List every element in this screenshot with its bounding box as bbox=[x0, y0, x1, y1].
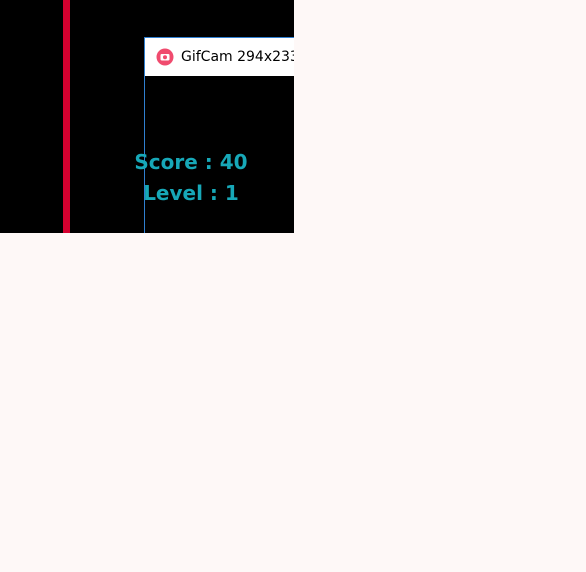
game-canvas[interactable]: GifCam 294x233 Score : 40 Level : 1 bbox=[0, 0, 294, 233]
gifcam-camera-icon bbox=[156, 48, 174, 66]
page: GifCam 294x233 Score : 40 Level : 1 bbox=[0, 0, 586, 572]
red-wall-bar bbox=[63, 0, 70, 233]
score-label: Score : 40 bbox=[134, 150, 248, 174]
gifcam-titlebar[interactable]: GifCam 294x233 bbox=[145, 38, 294, 76]
level-label: Level : 1 bbox=[143, 181, 239, 205]
gifcam-title: GifCam 294x233 bbox=[181, 49, 294, 65]
